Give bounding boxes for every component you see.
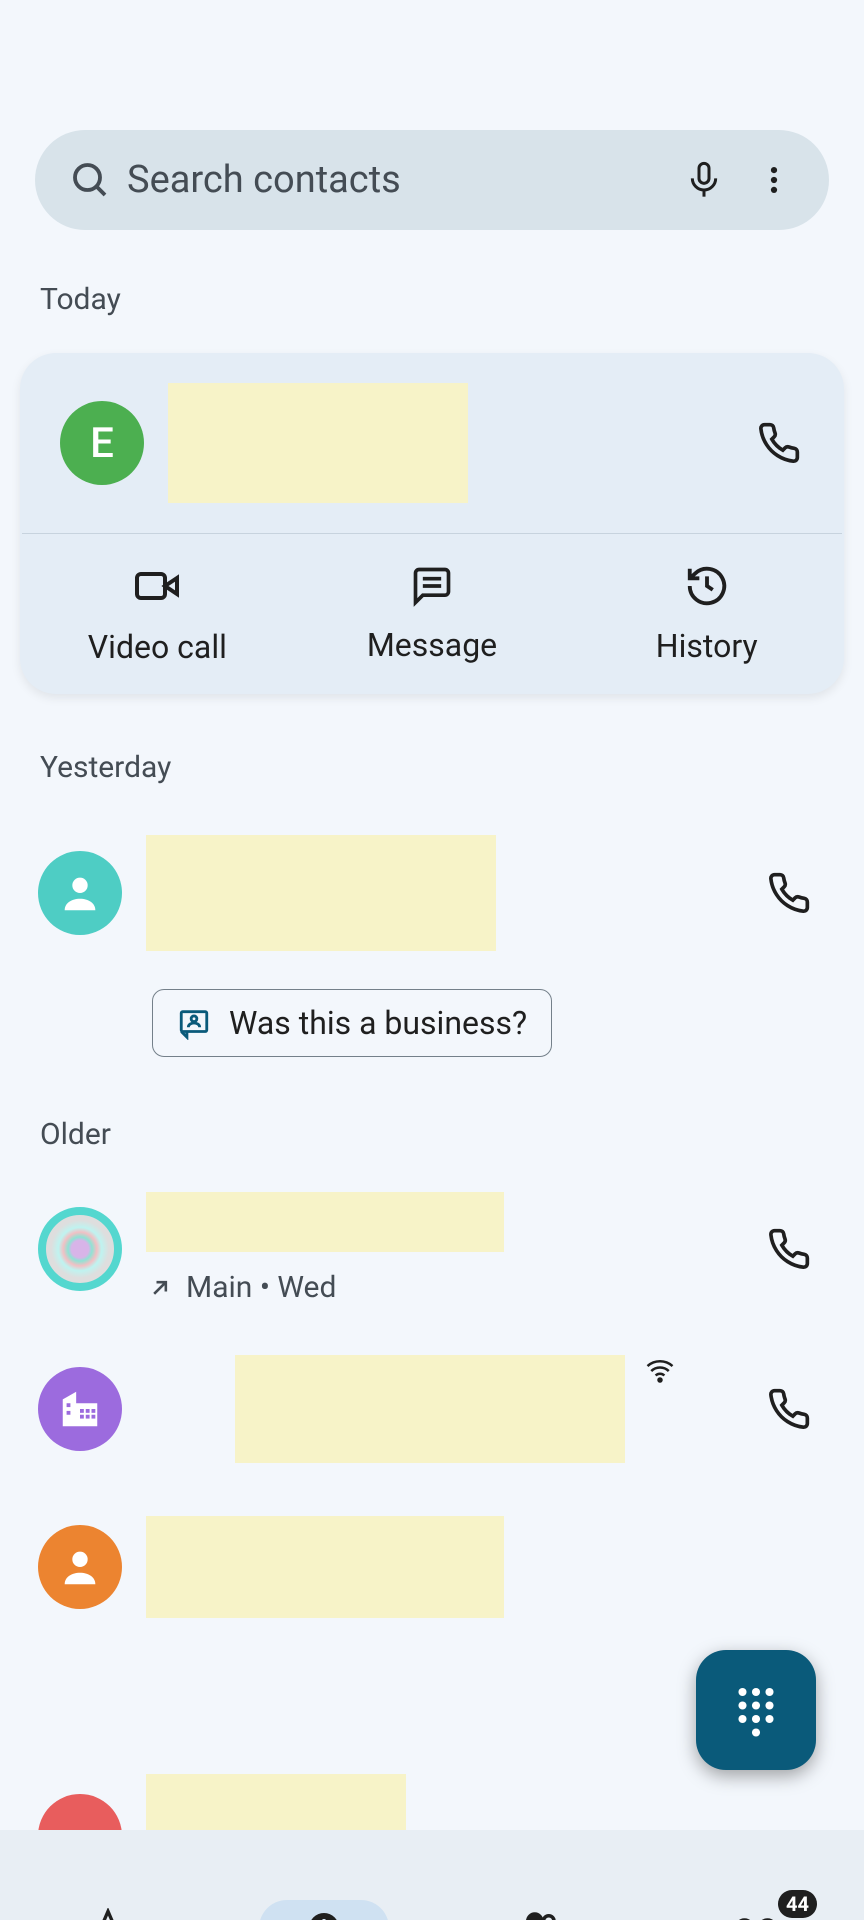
call-subtitle: Main • Wed: [146, 1270, 764, 1305]
redacted-name: [146, 1774, 406, 1830]
star-icon: [88, 1908, 128, 1920]
avatar-person-icon: [38, 851, 122, 935]
call-card-actions: Video call Message History: [20, 534, 844, 694]
section-today: Today: [40, 282, 864, 317]
wifi-calling-icon: [645, 1355, 675, 1389]
history-button[interactable]: History: [569, 534, 844, 694]
search-placeholder: Search contacts: [127, 158, 679, 202]
video-call-label: Video call: [88, 628, 227, 666]
section-older: Older: [40, 1117, 864, 1152]
call-row-cutoff[interactable]: [38, 1774, 814, 1830]
call-button[interactable]: [764, 1224, 814, 1274]
outgoing-call-icon: [146, 1274, 174, 1302]
mic-icon[interactable]: [679, 160, 729, 200]
voicemail-badge: 44: [778, 1890, 817, 1918]
call-row[interactable]: Main • Wed: [0, 1182, 864, 1315]
redacted-name: [146, 1192, 504, 1252]
call-card-header[interactable]: E: [20, 353, 844, 533]
message-label: Message: [367, 626, 497, 664]
voicemail-icon: [733, 1905, 779, 1920]
search-bar[interactable]: Search contacts: [35, 130, 829, 230]
bottom-nav: Favorites Recents Contacts 44 Voicemail: [0, 1830, 864, 1920]
dialpad-fab[interactable]: [696, 1650, 816, 1770]
expanded-call-card: E Video call Message History: [20, 353, 844, 694]
message-button[interactable]: Message: [295, 534, 570, 694]
nav-voicemail[interactable]: 44 Voicemail: [648, 1830, 864, 1920]
call-row[interactable]: [0, 1503, 864, 1631]
more-icon[interactable]: [749, 163, 799, 197]
call-row[interactable]: [0, 825, 864, 961]
avatar-building-icon: [38, 1367, 122, 1451]
redacted-name: [146, 1516, 504, 1618]
avatar-image: [38, 1207, 122, 1291]
dialpad-icon: [729, 1683, 783, 1737]
section-yesterday: Yesterday: [40, 750, 864, 785]
business-prompt-chip[interactable]: Was this a business?: [152, 989, 552, 1057]
people-icon: [519, 1907, 561, 1920]
video-call-button[interactable]: Video call: [20, 534, 295, 694]
clock-icon: [306, 1910, 342, 1920]
call-button[interactable]: [764, 868, 814, 918]
search-icon: [65, 160, 115, 200]
business-prompt-label: Was this a business?: [229, 1004, 527, 1042]
nav-recents[interactable]: Recents: [216, 1830, 432, 1920]
redacted-name: [146, 835, 496, 951]
avatar-person-icon: [38, 1525, 122, 1609]
nav-favorites[interactable]: Favorites: [0, 1830, 216, 1920]
avatar-letter: E: [60, 401, 144, 485]
nav-contacts[interactable]: Contacts: [432, 1830, 648, 1920]
call-button[interactable]: [754, 418, 804, 468]
history-label: History: [656, 627, 758, 665]
redacted-name: [168, 383, 468, 503]
redacted-name: [235, 1355, 625, 1463]
phone-recents-screen: Search contacts Today E Video call Messa…: [0, 130, 864, 1920]
call-row[interactable]: [0, 1345, 864, 1473]
avatar-letter: [38, 1794, 122, 1830]
call-button[interactable]: [764, 1384, 814, 1434]
